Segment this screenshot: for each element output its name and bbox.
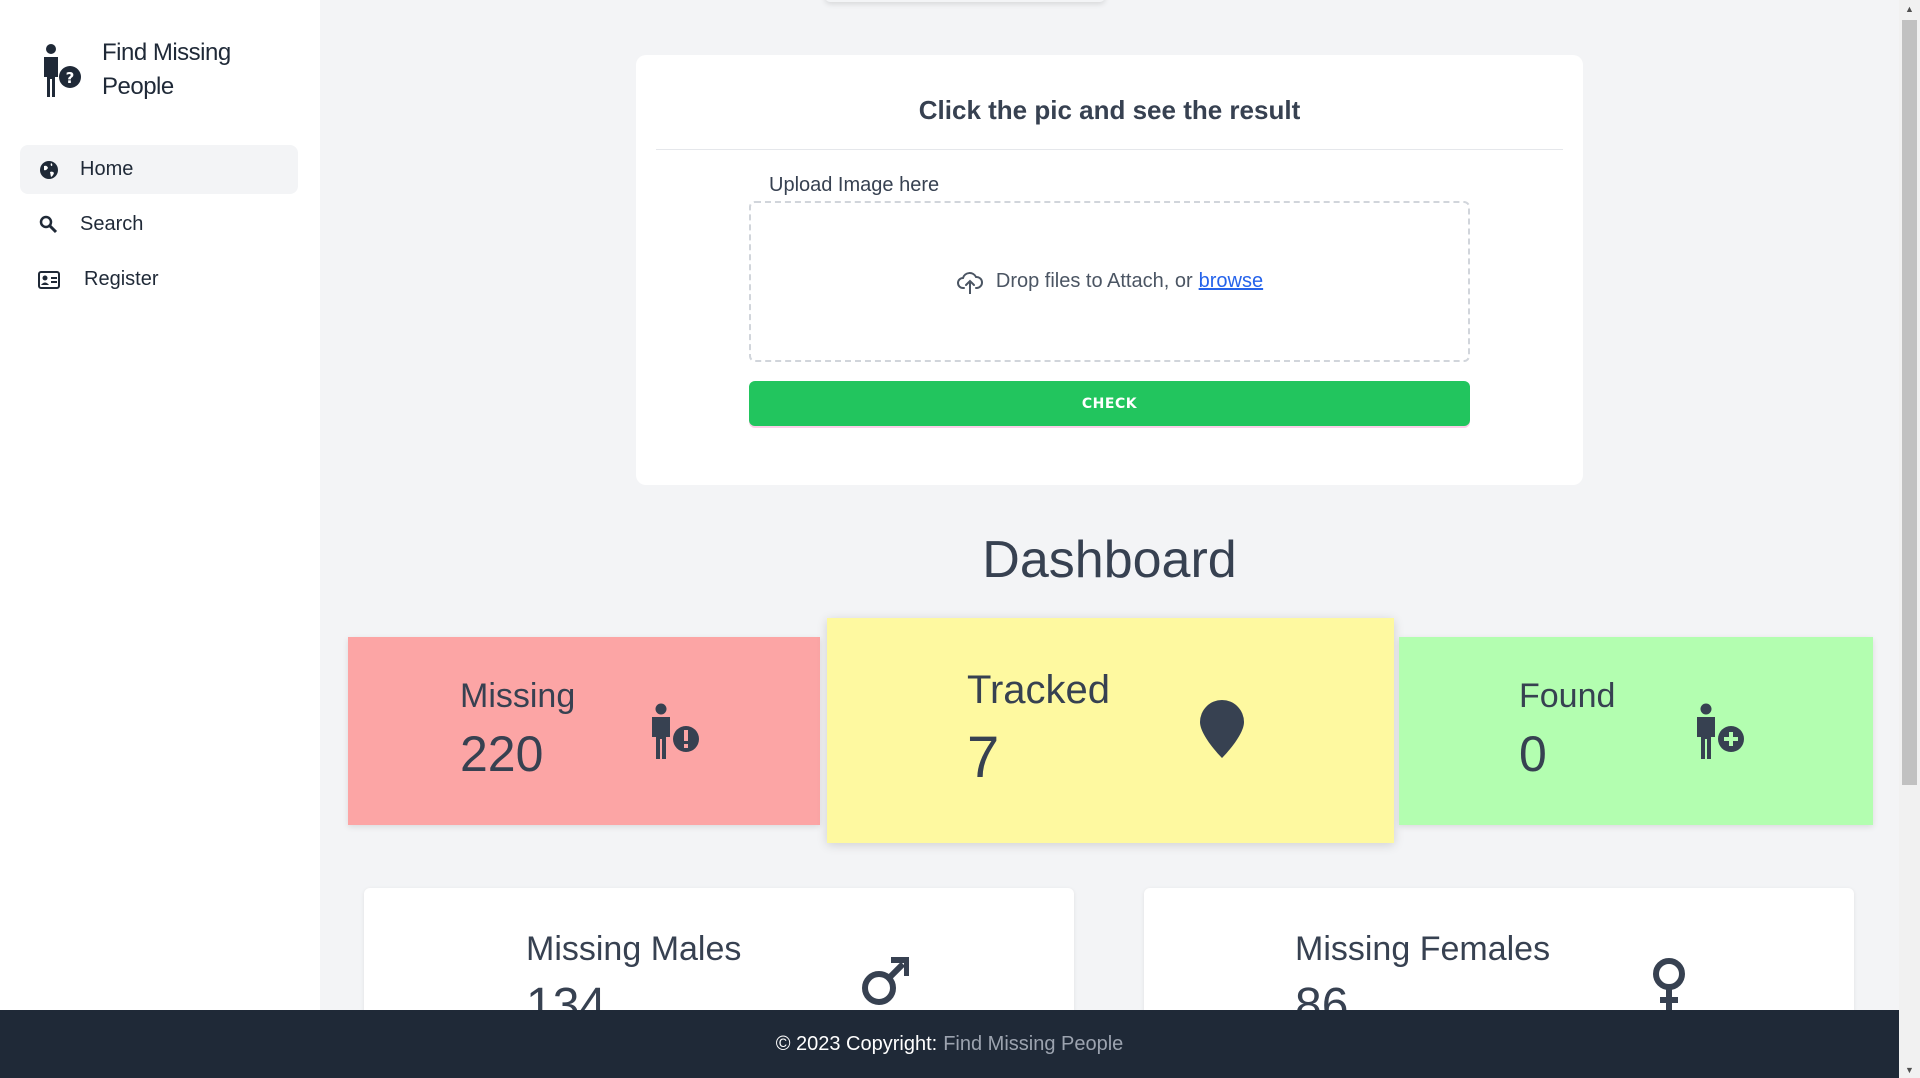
scroll-down-arrow-icon[interactable]: ▼	[1899, 1061, 1920, 1078]
scroll-up-arrow-icon[interactable]: ▲	[1899, 0, 1920, 17]
person-plus-icon	[1697, 703, 1744, 759]
sidebar-item-search[interactable]: Search	[20, 200, 298, 249]
cloud-upload-icon	[956, 271, 983, 294]
found-stat-card[interactable]: Found 0	[1399, 637, 1873, 825]
sidebar: ? Find Missing People Home Search Regist…	[0, 0, 320, 1010]
sidebar-item-register[interactable]: Register	[20, 255, 298, 304]
globe-icon	[38, 159, 60, 181]
tracked-count: 7	[967, 725, 1000, 790]
footer-link[interactable]: Find Missing People	[943, 1033, 1123, 1056]
missing-females-count: 86	[1295, 979, 1349, 1010]
missing-females-card[interactable]: Missing Females 86	[1144, 888, 1854, 1010]
file-dropzone[interactable]: Drop files to Attach, or browse	[749, 201, 1470, 362]
brand[interactable]: ? Find Missing People	[38, 36, 231, 104]
missing-males-label: Missing Males	[526, 930, 742, 968]
missing-males-count: 134	[526, 979, 607, 1010]
brand-title-line2: People	[102, 73, 174, 100]
tracked-stat-card[interactable]: Tracked 7	[827, 618, 1394, 843]
upload-card: Click the pic and see the result Upload …	[636, 55, 1583, 485]
footer: © 2023 Copyright: Find Missing People	[0, 1010, 1899, 1078]
id-card-icon	[38, 269, 60, 291]
drop-text: Drop files to Attach, or	[995, 270, 1193, 292]
location-pin-icon	[1200, 700, 1244, 758]
divider	[656, 149, 1563, 150]
missing-males-card[interactable]: Missing Males 134	[364, 888, 1074, 1010]
magnifier-icon	[38, 214, 60, 236]
tracked-label: Tracked	[967, 668, 1111, 712]
sidebar-item-label: Register	[84, 268, 159, 290]
upload-title: Click the pic and see the result	[918, 95, 1301, 125]
sidebar-nav: Home Search Register	[20, 145, 298, 310]
sidebar-item-home[interactable]: Home	[20, 145, 298, 194]
vertical-scrollbar[interactable]: ▲ ▼	[1899, 0, 1920, 1078]
footer-copyright: © 2023 Copyright:	[775, 1032, 938, 1055]
scroll-thumb[interactable]	[1902, 20, 1917, 785]
missing-count: 220	[460, 726, 544, 782]
sidebar-item-label: Home	[80, 158, 134, 180]
browse-link[interactable]: browse	[1199, 270, 1263, 293]
missing-females-label: Missing Females	[1295, 930, 1551, 968]
check-button[interactable]: CHECK	[749, 381, 1470, 426]
svg-text:?: ?	[66, 69, 75, 87]
male-symbol-icon	[862, 957, 909, 1005]
person-alert-icon	[652, 703, 699, 759]
missing-label: Missing	[460, 677, 576, 715]
found-count: 0	[1519, 726, 1547, 782]
main-content: Click the pic and see the result Upload …	[320, 0, 1899, 1010]
female-symbol-icon	[1653, 958, 1685, 1010]
sidebar-item-label: Search	[80, 213, 144, 235]
found-label: Found	[1519, 677, 1616, 715]
top-tab-shadow	[825, 0, 1105, 2]
dashboard-title: Dashboard	[982, 531, 1237, 589]
brand-title-line1: Find Missing	[102, 39, 231, 66]
upload-label: Upload Image here	[769, 174, 940, 196]
missing-stat-card[interactable]: Missing 220	[348, 637, 820, 825]
missing-person-logo-icon: ?	[44, 44, 81, 97]
